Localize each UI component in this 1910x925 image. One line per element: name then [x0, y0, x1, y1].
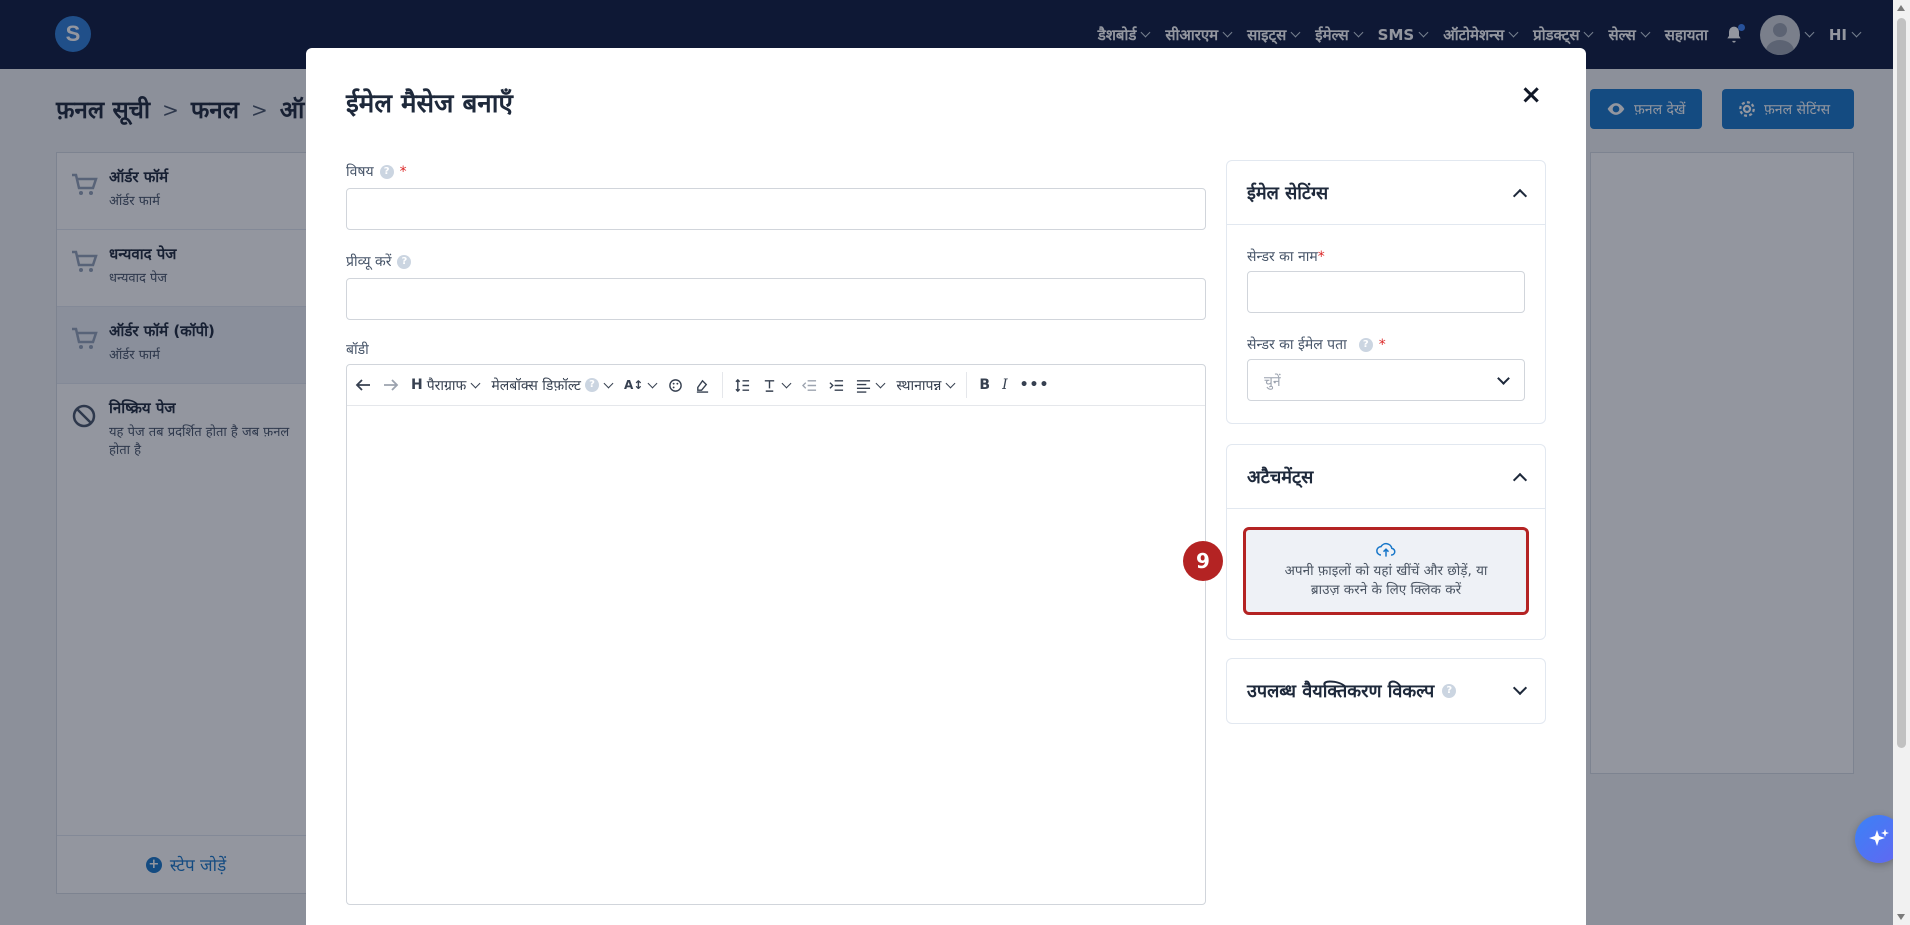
undo-icon[interactable]	[355, 378, 371, 392]
chevron-down-icon	[875, 378, 886, 388]
scroll-up-icon[interactable]	[1897, 5, 1905, 11]
attachments-header[interactable]: अटैचमेंट्स	[1227, 445, 1545, 509]
file-dropzone[interactable]: अपनी फ़ाइलों को यहां खींचें और छोड़ें, य…	[1243, 527, 1529, 615]
help-icon[interactable]: ?	[397, 254, 412, 269]
cloud-upload-icon	[1376, 542, 1396, 557]
sender-email-select[interactable]: चुनें	[1247, 359, 1525, 401]
chevron-up-icon	[1512, 188, 1528, 203]
more-options-icon[interactable]: •••	[1020, 377, 1050, 393]
help-icon[interactable]: ?	[379, 164, 394, 179]
editor-toolbar: H पैराग्राफ मेलबॉक्स डिफ़ॉल्ट ? A↕ स्थान…	[347, 365, 1205, 406]
paragraph-dropdown[interactable]: H पैराग्राफ	[411, 376, 481, 395]
bold-button[interactable]: B	[979, 377, 990, 393]
toolbar-divider	[966, 372, 968, 398]
sender-name-input[interactable]	[1247, 271, 1525, 313]
page-scrollbar[interactable]	[1893, 0, 1910, 925]
chevron-up-icon	[1512, 472, 1528, 487]
body-editor: H पैराग्राफ मेलबॉक्स डिफ़ॉल्ट ? A↕ स्थान…	[346, 364, 1206, 905]
toolbar-divider	[722, 372, 724, 398]
sender-email-label: सेन्डर का ईमेल पता ? *	[1247, 336, 1386, 354]
preview-label: प्रीव्यू करें ?	[346, 252, 412, 271]
required-marker: *	[1317, 248, 1325, 265]
scroll-thumb[interactable]	[1897, 18, 1906, 748]
help-icon: ?	[584, 378, 599, 392]
redo-icon[interactable]	[383, 378, 399, 392]
chevron-down-icon	[1497, 372, 1510, 385]
email-settings-header[interactable]: ईमेल सेटिंग्स	[1227, 161, 1545, 225]
email-settings-card: ईमेल सेटिंग्स सेन्डर का नाम * सेन्डर का …	[1226, 160, 1546, 424]
required-marker: *	[1378, 336, 1386, 353]
italic-button[interactable]: I	[1002, 377, 1008, 393]
clear-format-dropdown[interactable]	[762, 378, 792, 393]
text-color-icon[interactable]	[668, 378, 683, 393]
required-marker: *	[399, 163, 407, 180]
personalization-header[interactable]: उपलब्ध वैयक्तिकरण विकल्प ?	[1227, 659, 1545, 723]
attachments-card: अटैचमेंट्स अपनी फ़ाइलों को यहां खींचें औ…	[1226, 444, 1546, 640]
indent-icon[interactable]	[829, 378, 844, 393]
font-size-icon: A↕	[623, 378, 644, 392]
chevron-down-icon	[945, 378, 956, 388]
help-icon[interactable]: ?	[1358, 337, 1373, 352]
step-number-badge: 9	[1183, 541, 1223, 581]
sender-name-label: सेन्डर का नाम *	[1247, 248, 1325, 266]
help-icon[interactable]: ?	[1442, 684, 1457, 698]
chevron-down-icon	[470, 378, 481, 388]
chevron-down-icon	[647, 378, 658, 388]
heading-icon: H	[411, 377, 423, 393]
modal-title: ईमेल मैसेज बनाएँ	[346, 89, 513, 119]
scroll-down-icon[interactable]	[1897, 914, 1905, 920]
highlight-icon[interactable]	[695, 378, 710, 393]
chevron-down-icon	[781, 378, 792, 388]
font-size-dropdown[interactable]: A↕	[623, 378, 658, 392]
subject-label: विषय ? *	[346, 163, 407, 181]
outdent-icon[interactable]	[802, 378, 817, 393]
close-icon[interactable]: ×	[1520, 82, 1542, 108]
line-height-icon[interactable]	[735, 378, 750, 393]
editor-content-area[interactable]	[347, 406, 1205, 904]
chevron-down-icon	[603, 378, 614, 388]
body-label: बॉडी	[346, 342, 369, 358]
create-email-modal: ईमेल मैसेज बनाएँ × विषय ? * प्रीव्यू करे…	[306, 48, 1586, 925]
placeholder-dropdown[interactable]: स्थानापन्न	[896, 376, 956, 395]
font-dropdown[interactable]: मेलबॉक्स डिफ़ॉल्ट ?	[491, 376, 614, 395]
align-dropdown[interactable]	[856, 378, 886, 393]
preview-input[interactable]	[346, 278, 1206, 320]
subject-input[interactable]	[346, 188, 1206, 230]
chevron-down-icon	[1512, 680, 1528, 696]
sparkle-icon	[1869, 829, 1889, 846]
personalization-card: उपलब्ध वैयक्तिकरण विकल्प ?	[1226, 658, 1546, 724]
